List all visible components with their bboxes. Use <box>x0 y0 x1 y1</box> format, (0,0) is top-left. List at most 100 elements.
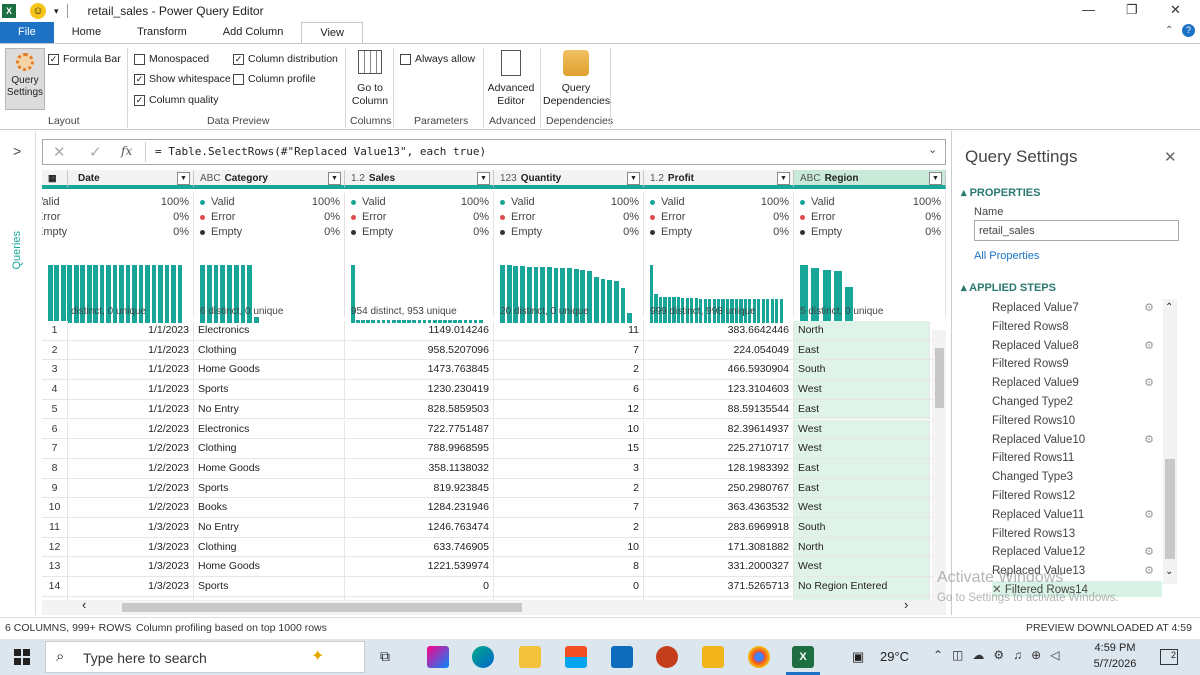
table-cell[interactable]: Clothing <box>194 340 345 360</box>
table-cell[interactable]: 1/3/2023 <box>68 537 194 557</box>
distribution-bar[interactable] <box>151 265 157 323</box>
row-number[interactable]: 3 <box>42 360 68 380</box>
table-row[interactable]: 14 1/3/2023 Sports 0 0 371.5265713 No Region E… <box>42 577 932 597</box>
copilot-icon[interactable] <box>427 646 449 668</box>
table-cell[interactable]: 6 <box>494 380 644 399</box>
filter-dropdown-icon[interactable]: ▼ <box>477 172 490 185</box>
distribution-bar[interactable] <box>779 299 783 323</box>
queries-label[interactable]: Queries <box>11 231 23 270</box>
table-cell[interactable]: 1/1/2023 <box>68 380 194 399</box>
table-cell[interactable]: 12 <box>494 399 644 419</box>
distribution-bar[interactable] <box>158 265 163 323</box>
table-cell[interactable]: 1/2/2023 <box>68 439 194 458</box>
row-number[interactable]: 14 <box>42 577 68 596</box>
table-cell[interactable]: 1/3/2023 <box>68 557 194 577</box>
row-number[interactable]: 9 <box>42 478 68 498</box>
notification-icon[interactable]: 2 <box>1160 649 1178 665</box>
table-row[interactable]: 9 1/2/2023 Sports 819.923845 2 250.2980767 Eas… <box>42 478 932 499</box>
scroll-left-icon[interactable]: ‹ <box>82 597 86 612</box>
table-cell[interactable]: 1/1/2023 <box>68 321 194 340</box>
clock-time[interactable]: 4:59 PM <box>1090 642 1140 654</box>
applied-step[interactable]: Filtered Rows11 <box>992 449 1162 468</box>
table-cell[interactable]: East <box>794 478 930 498</box>
minimize-icon[interactable]: — <box>1082 2 1095 17</box>
power-bi-icon[interactable] <box>702 646 724 668</box>
table-cell[interactable]: Books <box>194 498 345 517</box>
column-quality-checkbox[interactable]: ✓ Column quality <box>134 94 218 106</box>
table-cell[interactable]: 1/1/2023 <box>68 399 194 419</box>
system-tray-icons[interactable]: ⌃◫☁⚙♫⊕◁ <box>933 648 1068 662</box>
table-cell[interactable]: 123.3104603 <box>644 380 794 399</box>
table-cell[interactable]: 1/2/2023 <box>68 478 194 498</box>
filter-dropdown-icon[interactable]: ▼ <box>929 172 942 185</box>
table-cell[interactable]: 171.3081882 <box>644 537 794 557</box>
distribution-bar[interactable] <box>600 278 606 323</box>
cancel-icon[interactable]: ✕ <box>53 143 66 161</box>
table-cell[interactable]: 358.1138032 <box>345 458 494 478</box>
table-row[interactable]: 3 1/1/2023 Home Goods 1473.763845 2 466.59309… <box>42 360 932 381</box>
step-settings-gear-icon[interactable]: ⚙ <box>1144 337 1154 356</box>
table-cell[interactable]: South <box>794 360 930 380</box>
applied-step[interactable]: Filtered Rows8 <box>992 318 1162 337</box>
table-cell[interactable]: 1/1/2023 <box>68 360 194 380</box>
step-settings-gear-icon[interactable]: ⚙ <box>1144 562 1154 581</box>
table-cell[interactable]: 0 <box>345 577 494 596</box>
scrollbar-thumb[interactable] <box>1165 459 1175 559</box>
table-cell[interactable]: 2 <box>494 518 644 537</box>
expand-formula-icon[interactable]: ⌄ <box>928 143 937 156</box>
table-cell[interactable]: 958.5207096 <box>345 340 494 360</box>
table-cell[interactable]: 128.1983392 <box>644 458 794 478</box>
distribution-bar[interactable] <box>613 281 619 323</box>
table-cell[interactable]: West <box>794 380 930 399</box>
table-cell[interactable]: 2 <box>494 478 644 498</box>
table-cell[interactable]: 1/2/2023 <box>68 498 194 517</box>
monospaced-checkbox[interactable]: Monospaced <box>134 53 209 65</box>
chrome-icon[interactable] <box>748 646 770 668</box>
step-settings-gear-icon[interactable]: ⚙ <box>1144 299 1154 318</box>
filter-dropdown-icon[interactable]: ▼ <box>627 172 640 185</box>
table-cell[interactable]: Clothing <box>194 537 345 557</box>
distribution-bar[interactable] <box>607 280 612 323</box>
status-profiling[interactable]: Column profiling based on top 1000 rows <box>136 618 327 638</box>
table-row[interactable]: 11 1/3/2023 No Entry 1246.763474 2 283.696991… <box>42 518 932 538</box>
table-cell[interactable]: 1/3/2023 <box>68 518 194 537</box>
row-number[interactable]: 8 <box>42 458 68 478</box>
table-cell[interactable]: 788.9968595 <box>345 439 494 458</box>
table-row[interactable]: 1 1/1/2023 Electronics 1149.014246 11 383.664… <box>42 321 932 341</box>
distribution-bar[interactable] <box>761 299 765 323</box>
tab-home[interactable]: Home <box>54 22 119 43</box>
table-cell[interactable]: 7 <box>494 340 644 360</box>
applied-step[interactable]: Replaced Value10 ⚙ <box>992 431 1162 450</box>
row-number[interactable]: 4 <box>42 380 68 399</box>
show-whitespace-checkbox[interactable]: ✓ Show whitespace <box>134 73 231 85</box>
query-name-input[interactable] <box>974 220 1179 241</box>
steps-scrollbar[interactable]: ⌃ ⌄ <box>1163 299 1177 584</box>
filter-dropdown-icon[interactable]: ▼ <box>177 172 190 185</box>
column-header-region[interactable]: ABC Region ▼ <box>794 170 946 189</box>
expand-queries-icon[interactable]: > <box>13 143 21 159</box>
table-cell[interactable]: Home Goods <box>194 557 345 577</box>
task-view-icon[interactable]: ⧉ <box>380 648 390 665</box>
tab-transform[interactable]: Transform <box>119 22 205 43</box>
table-row[interactable]: 4 1/1/2023 Sports 1230.230419 6 123.3104603 We… <box>42 380 932 400</box>
go-to-column-button[interactable]: Go to Column <box>350 50 390 108</box>
applied-steps-header[interactable]: ▴ APPLIED STEPS <box>961 281 1056 294</box>
step-settings-gear-icon[interactable]: ⚙ <box>1144 506 1154 525</box>
applied-step[interactable]: Changed Type2 <box>992 393 1162 412</box>
powerpoint-icon[interactable] <box>656 646 678 668</box>
table-cell[interactable]: 1/3/2023 <box>68 577 194 596</box>
edge-icon[interactable] <box>472 646 494 668</box>
distribution-bar[interactable] <box>177 265 183 323</box>
formula-input[interactable]: = Table.SelectRows(#"Replaced Value13", … <box>155 145 486 158</box>
table-cell[interactable]: 82.39614937 <box>644 419 794 439</box>
taskbar-search[interactable]: ⌕ Type here to search ✦ <box>45 641 365 673</box>
distribution-bar[interactable] <box>766 299 770 323</box>
smiley-icon[interactable]: ☺ <box>30 3 46 19</box>
type-icon[interactable]: ABC <box>200 173 221 184</box>
filter-dropdown-icon[interactable]: ▼ <box>328 172 341 185</box>
table-cell[interactable]: 88.59135544 <box>644 399 794 419</box>
table-cell[interactable]: North <box>794 321 930 340</box>
formula-bar-checkbox[interactable]: ✓ Formula Bar <box>48 53 121 65</box>
table-cell[interactable]: West <box>794 498 930 517</box>
table-cell[interactable]: 1221.539974 <box>345 557 494 577</box>
